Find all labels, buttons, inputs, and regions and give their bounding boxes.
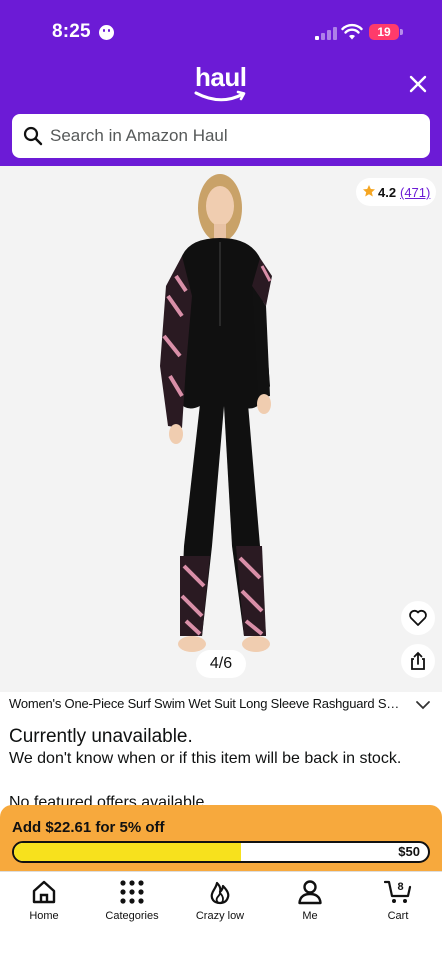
close-icon[interactable] <box>406 72 430 96</box>
progress-goal-label: $50 <box>398 844 420 859</box>
share-icon <box>411 651 425 670</box>
star-icon <box>363 185 375 197</box>
wifi-icon <box>341 23 363 40</box>
share-button[interactable] <box>401 644 435 678</box>
rating-count-link[interactable]: (471) <box>400 185 430 200</box>
heart-icon <box>409 609 427 626</box>
bottom-nav: Home Categories Crazy low Me 8 Cart <box>0 871 442 960</box>
nav-home-label: Home <box>29 910 59 922</box>
status-bar: 8:25 19 <box>0 0 442 60</box>
cart-badge-count: 8 <box>397 881 403 893</box>
product-title-row[interactable]: Women's One-Piece Surf Swim Wet Suit Lon… <box>0 692 442 718</box>
flame-icon <box>210 881 230 905</box>
person-icon <box>298 880 322 905</box>
battery-indicator: 19 <box>369 24 399 40</box>
rating-value: 4.2 <box>378 185 397 200</box>
promo-message: Add $22.61 for 5% off <box>12 819 165 836</box>
cart-icon: 8 <box>384 880 412 903</box>
nav-crazy-low-label: Crazy low <box>195 910 245 922</box>
nav-home[interactable]: Home <box>4 878 84 928</box>
nav-cart-label: Cart <box>387 910 409 922</box>
search-bar[interactable] <box>12 114 430 158</box>
wishlist-button[interactable] <box>401 601 435 635</box>
image-counter: 4/6 <box>196 650 246 678</box>
nav-me-label: Me <box>302 910 318 922</box>
product-photo <box>160 174 272 652</box>
logo-text: haul <box>195 62 247 92</box>
search-input[interactable] <box>50 114 420 158</box>
availability-description: We don't know when or if this item will … <box>9 750 402 767</box>
haul-logo: haul <box>193 62 249 106</box>
grid-icon <box>120 880 144 904</box>
nav-categories-label: Categories <box>105 910 159 922</box>
rating-badge[interactable]: 4.2 (471) <box>356 178 436 206</box>
nav-categories[interactable]: Categories <box>92 878 172 928</box>
nav-me[interactable]: Me <box>270 878 350 928</box>
product-title: Women's One-Piece Surf Swim Wet Suit Lon… <box>9 696 405 711</box>
search-icon <box>23 126 43 146</box>
smile-arrow-icon <box>194 90 246 102</box>
cellular-signal-icon <box>315 26 337 40</box>
chevron-down-icon[interactable] <box>415 697 431 713</box>
battery-tip <box>400 29 403 35</box>
availability-heading: Currently unavailable. <box>9 726 193 747</box>
focus-mode-icon <box>99 25 114 40</box>
nav-crazy-low[interactable]: Crazy low <box>180 878 260 928</box>
promo-progress-sheet[interactable]: Add $22.61 for 5% off $50 <box>0 805 442 871</box>
header: 8:25 19 haul <box>0 0 442 166</box>
product-image-carousel[interactable]: 4.2 (471) 4/6 <box>0 166 442 692</box>
nav-cart[interactable]: 8 Cart <box>358 878 438 928</box>
home-icon <box>32 880 56 904</box>
progress-fill <box>14 843 241 861</box>
promo-progress-bar: $50 <box>12 841 430 863</box>
status-time: 8:25 <box>52 21 91 42</box>
